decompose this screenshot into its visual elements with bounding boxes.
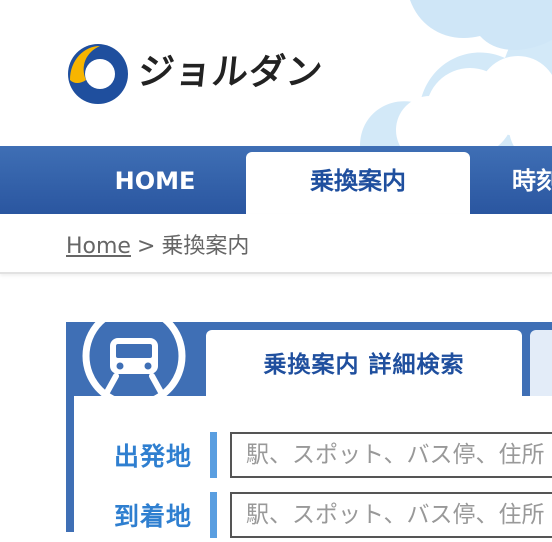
train-icon [82,318,186,398]
site-header: ジョルダン [0,0,552,146]
route-search-panel: 乗換案内 詳細検索 出発地 駅、スポット、バス停、住所 到着地 駅、スポット、バ… [66,318,552,538]
site-logo[interactable]: ジョルダン [64,40,325,106]
tab-detailed-search[interactable]: 乗換案内 詳細検索 [206,330,522,396]
breadcrumb-home-link[interactable]: Home [66,234,131,259]
nav-item-timetable[interactable]: 時刻 [512,146,552,214]
global-nav: HOME 乗換案内 時刻 [0,146,552,214]
departure-label: 出発地 [114,442,193,471]
logo-text: ジョルダン [135,52,326,93]
breadcrumb-current: 乗換案内 [161,234,250,259]
departure-label-bar [210,432,217,478]
tab-secondary[interactable] [530,330,552,396]
logo-mark-icon [68,44,128,104]
breadcrumb-separator: > [136,234,156,259]
arrival-label: 到着地 [114,502,193,531]
breadcrumb-bar: Home > 乗換案内 [0,214,552,274]
arrival-input[interactable]: 駅、スポット、バス停、住所 [230,492,552,538]
departure-row: 出発地 駅、スポット、バス停、住所 [74,432,552,482]
arrival-row: 到着地 駅、スポット、バス停、住所 [74,492,552,542]
nav-item-home[interactable]: HOME [96,146,214,214]
arrival-label-bar [210,492,217,538]
search-form: 出発地 駅、スポット、バス停、住所 到着地 駅、スポット、バス停、住所 [74,396,552,538]
breadcrumb: Home > 乗換案内 [66,228,249,260]
departure-input[interactable]: 駅、スポット、バス停、住所 [230,432,552,478]
nav-item-transfer[interactable]: 乗換案内 [246,152,470,214]
